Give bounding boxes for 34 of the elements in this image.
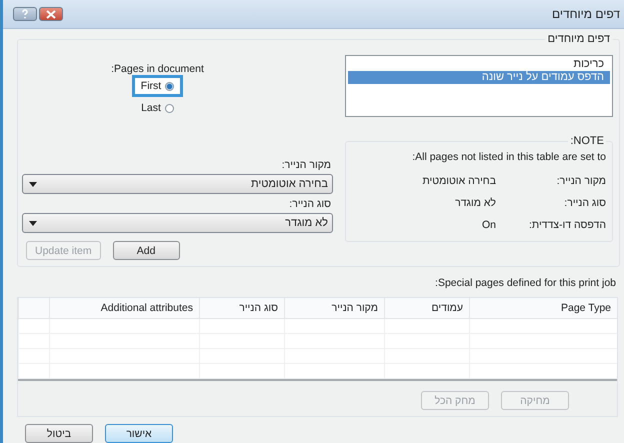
caret-icon (29, 220, 37, 226)
item-button[interactable]: Add (112, 241, 180, 260)
column-header[interactable]: Additional attributes (49, 298, 199, 318)
dialog-button[interactable]: אישור (105, 424, 173, 443)
radio-option[interactable]: Last (132, 97, 183, 119)
setting-value: לא מוגדר (454, 197, 497, 209)
close-button[interactable] (39, 7, 63, 21)
dropdown[interactable]: בחירה אוטומטית (22, 174, 333, 194)
setting-label: הדפסה דו-צדדית: (528, 219, 606, 231)
radio-option[interactable]: First (132, 75, 184, 97)
list-item[interactable]: כריכות (348, 58, 610, 71)
column-header[interactable]: עמודים (384, 298, 469, 318)
caret-icon (29, 182, 37, 186)
setting-label: סוג הנייר: (563, 197, 606, 209)
table-caption: :Special pages defined for this print job (434, 277, 616, 289)
field-label: סוג הנייר: (288, 198, 331, 210)
column-header[interactable]: מקור הנייר (284, 298, 384, 318)
question-mark-icon (20, 9, 30, 19)
column-header[interactable]: Page Type (469, 298, 617, 318)
column-header[interactable]: סוג הנייר (199, 298, 284, 318)
pages-in-document-label: :Pages in document (111, 63, 204, 75)
window-title: דפים מיוחדים (552, 7, 620, 21)
note-title: :NOTE (569, 135, 605, 147)
setting-value: On (480, 219, 497, 231)
help-button[interactable] (13, 7, 37, 21)
close-icon (46, 10, 56, 18)
page-type-list[interactable]: כריכות הדפס עמודים על נייר שונה (345, 55, 613, 117)
note-text: :All pages not listed in this table are set to (411, 151, 606, 163)
setting-label: מקור הנייר: (556, 175, 606, 187)
group-title: דפים מיוחדים (546, 33, 611, 45)
dialog-button[interactable]: ביטול (25, 424, 93, 443)
setting-value: בחירה אוטומטית (421, 175, 497, 187)
field-label: מקור הנייר: (280, 159, 331, 171)
dropdown[interactable]: לא מוגדר (22, 213, 333, 233)
